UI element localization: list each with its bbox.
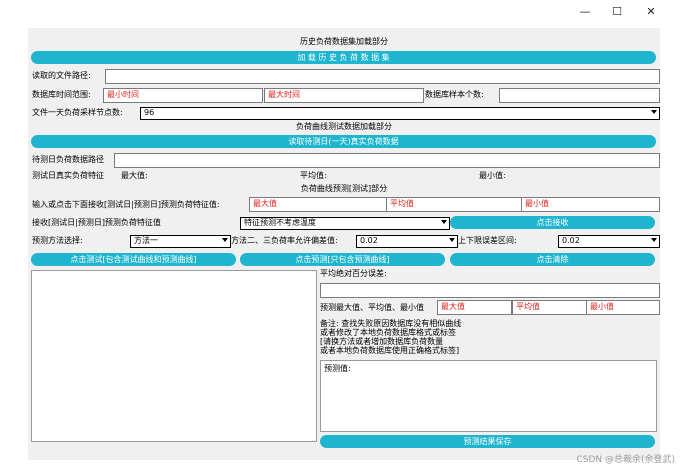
pred-value-area[interactable]: 预测值: xyxy=(320,360,657,432)
mape-field[interactable] xyxy=(320,283,660,298)
min-time-field[interactable]: 最小时间 xyxy=(103,88,263,103)
test-section-title: 负荷曲线测试数据加载部分 xyxy=(296,122,392,131)
watermark: CSDN @总裁余(余登武) xyxy=(576,455,675,465)
receive-label: 接收[测试日|预测日]预测负荷特征值 xyxy=(32,218,161,227)
error-range-select[interactable]: 0.02 xyxy=(558,235,660,248)
close-button[interactable]: ✕ xyxy=(636,0,666,22)
predict-button[interactable]: 点击预测[只包含预测曲线] xyxy=(240,253,445,266)
pred-stats-label: 预测最大值、平均值、最小值 xyxy=(320,303,424,312)
real-max-label: 最大值: xyxy=(121,171,148,180)
predict-input-label: 输入或点击下面接收[测试日|预测日]预测负荷特征值: xyxy=(32,200,220,209)
receive-button[interactable]: 点击接收 xyxy=(450,216,655,229)
chevron-down-icon xyxy=(222,238,228,242)
chevron-down-icon xyxy=(441,220,447,224)
clear-button[interactable]: 点击清除 xyxy=(450,253,655,266)
pred-min-field[interactable]: 最小值 xyxy=(586,300,660,315)
history-section-title: 历史负荷数据集加载部分 xyxy=(300,37,388,46)
predict-min-field[interactable]: 最小值 xyxy=(521,197,660,212)
time-range-label: 数据库时间范围: xyxy=(32,90,91,99)
file-path-field[interactable] xyxy=(105,69,660,84)
deviation-select[interactable]: 0.02 xyxy=(356,235,458,248)
pred-max-field[interactable]: 最大值 xyxy=(437,300,512,315)
sample-count-field[interactable] xyxy=(499,88,660,103)
error-range-label: 上下限误差区间: xyxy=(458,236,517,245)
method-select-value: 方法一 xyxy=(134,236,158,245)
max-time-field[interactable]: 最大时间 xyxy=(264,88,424,103)
deviation-select-value: 0.02 xyxy=(360,236,378,245)
save-result-button[interactable]: 预测结果保存 xyxy=(320,435,655,448)
method-select[interactable]: 方法一 xyxy=(130,235,231,248)
main-panel: 历史负荷数据集加载部分 加 载 历 史 负 荷 数 据 集 读取的文件路径: 数… xyxy=(28,28,660,460)
daily-points-select[interactable]: 96 xyxy=(140,107,660,120)
receive-select-value: 特征预测不考虑温度 xyxy=(244,218,316,227)
maximize-button[interactable]: ☐ xyxy=(602,0,632,22)
load-history-button[interactable]: 加 载 历 史 负 荷 数 据 集 xyxy=(31,51,656,64)
minimize-icon: — xyxy=(579,4,591,18)
load-test-day-button[interactable]: 读取待测日(一天)真实负荷数据 xyxy=(31,135,656,148)
method-label: 预测方法选择: xyxy=(32,236,83,245)
mape-label: 平均绝对百分误差: xyxy=(320,269,387,278)
error-range-select-value: 0.02 xyxy=(562,236,580,245)
close-icon: ✕ xyxy=(646,4,656,18)
real-feature-label: 测试日真实负荷特征 xyxy=(32,171,104,180)
pred-value-label: 预测值: xyxy=(324,364,351,373)
minimize-button[interactable]: — xyxy=(570,0,600,22)
file-path-label: 读取的文件路径: xyxy=(32,71,91,80)
pred-avg-field[interactable]: 平均值 xyxy=(512,300,587,315)
predict-section-title: 负荷曲线预测[测试]部分 xyxy=(300,184,388,193)
receive-select[interactable]: 特征预测不考虑温度 xyxy=(240,217,450,230)
real-min-label: 最小值: xyxy=(479,171,506,180)
test-button[interactable]: 点击测试[包含测试曲线和预测曲线] xyxy=(31,253,236,266)
note-line: 或者本地负荷数据库使用正确格式标签] xyxy=(320,346,460,355)
predict-max-field[interactable]: 最大值 xyxy=(249,197,387,212)
test-path-field[interactable] xyxy=(114,153,660,168)
chevron-down-icon xyxy=(651,110,657,114)
chevron-down-icon xyxy=(449,238,455,242)
test-path-label: 待测日负荷数据路径 xyxy=(32,155,104,164)
sample-count-label: 数据库样本个数: xyxy=(425,90,484,99)
chevron-down-icon xyxy=(651,238,657,242)
predict-avg-field[interactable]: 平均值 xyxy=(386,197,522,212)
deviation-label: 方法二、三负荷率允许偏差值: xyxy=(231,236,338,245)
plot-area xyxy=(31,270,317,442)
maximize-icon: ☐ xyxy=(612,4,622,18)
daily-points-value: 96 xyxy=(144,108,155,117)
real-avg-label: 平均值: xyxy=(300,171,327,180)
daily-points-label: 文件一天负荷采样节点数: xyxy=(32,108,123,117)
